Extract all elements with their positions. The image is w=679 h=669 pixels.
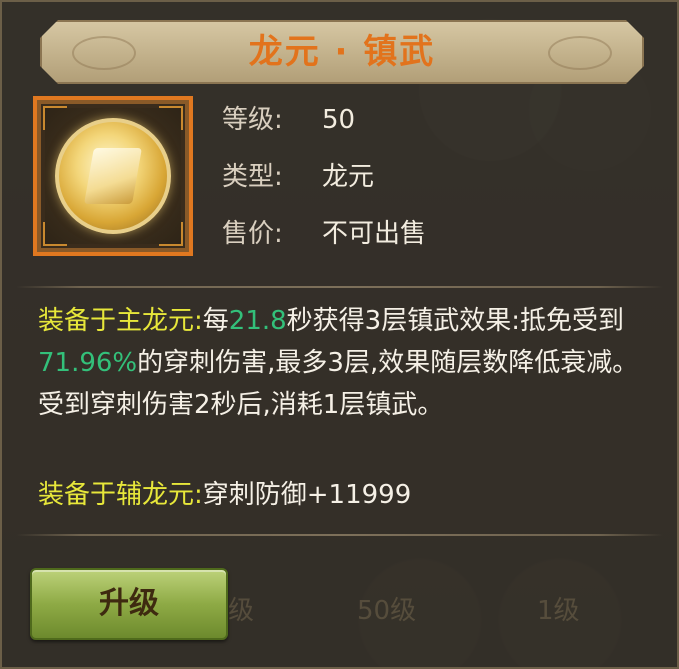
price-value: 不可出售 bbox=[322, 219, 427, 249]
dragon-orb-icon bbox=[55, 118, 171, 234]
effect-percent: 71.96% bbox=[38, 348, 138, 378]
price-label: 售价: bbox=[222, 219, 283, 249]
price-row: 售价: 不可出售 bbox=[222, 214, 426, 254]
upgrade-button[interactable]: 升级 bbox=[30, 568, 228, 640]
level-label: 等级: bbox=[222, 105, 283, 135]
level-value: 50 bbox=[322, 105, 356, 135]
title-banner: 龙元 · 镇武 bbox=[40, 20, 644, 84]
background-level-label: 1级 bbox=[537, 596, 580, 626]
main-effect-description: 装备于主龙元:每21.8秒获得3层镇武效果:抵免受到71.96%的穿刺伤害,最多… bbox=[38, 300, 648, 426]
divider bbox=[16, 286, 663, 288]
item-tooltip-panel: 级 50级 1级 龙元 · 镇武 等级: 50 类型: 龙元 售价: 不可出售 装备于… bbox=[0, 0, 679, 669]
effect-text: 秒获得3层镇武效果:抵免受到 bbox=[286, 306, 624, 336]
item-title: 龙元 · 镇武 bbox=[248, 32, 436, 72]
main-effect-label: 装备于主龙元: bbox=[38, 306, 203, 336]
secondary-effect-description: 装备于辅龙元:穿刺防御+11999 bbox=[38, 474, 648, 516]
effect-interval: 21.8 bbox=[228, 306, 287, 336]
level-row: 等级: 50 bbox=[222, 100, 355, 140]
item-icon-background bbox=[45, 108, 181, 244]
background-level-label: 级 bbox=[228, 596, 255, 626]
type-value: 龙元 bbox=[322, 162, 375, 192]
secondary-effect-value: 穿刺防御+11999 bbox=[202, 480, 412, 510]
type-label: 类型: bbox=[222, 162, 283, 192]
item-icon-frame bbox=[33, 96, 193, 256]
divider bbox=[16, 534, 663, 536]
secondary-effect-label: 装备于辅龙元: bbox=[38, 480, 203, 510]
orb-emblem-icon bbox=[84, 148, 142, 204]
type-row: 类型: 龙元 bbox=[222, 157, 374, 197]
effect-text: 每 bbox=[202, 306, 229, 336]
background-level-label: 50级 bbox=[357, 596, 417, 626]
